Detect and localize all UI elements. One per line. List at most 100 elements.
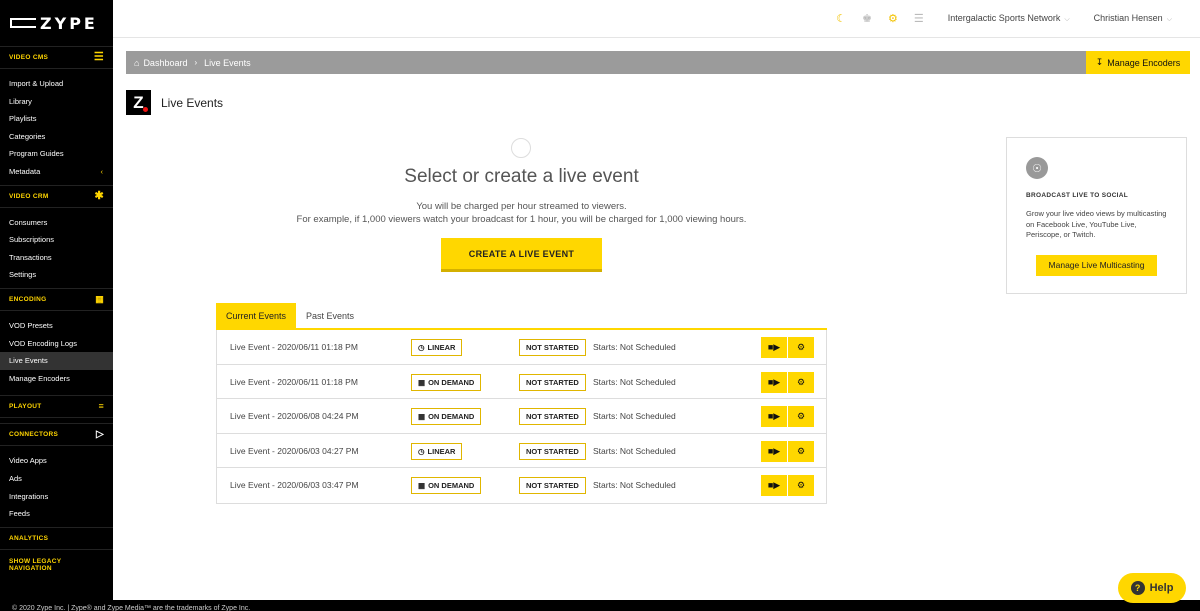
network-selector[interactable]: Intergalactic Sports Network ⌵ [948, 13, 1070, 24]
settings-button[interactable]: ⚙ [788, 371, 814, 393]
type-badge: ◷ LINEAR [411, 442, 463, 460]
settings-button[interactable]: ⚙ [788, 406, 814, 428]
show-legacy-navigation[interactable]: SHOW LEGACY NAVIGATION [0, 554, 113, 577]
broadcast-icon: ☉ [1026, 157, 1048, 179]
section-label: SHOW LEGACY NAVIGATION [9, 558, 62, 573]
sidebar-item-feeds[interactable]: Feeds [0, 505, 113, 523]
sidebar-item-library[interactable]: Library [0, 93, 113, 111]
description-line: For example, if 1,000 viewers watch your… [296, 214, 747, 225]
status-badge: NOT STARTED [519, 477, 586, 495]
video-camera-icon: ■▶ [767, 411, 781, 422]
settings-button[interactable]: ⚙ [788, 440, 814, 462]
tab-past-events[interactable]: Past Events [296, 303, 364, 328]
status-badge: NOT STARTED [519, 373, 586, 391]
breadcrumb: ⌂ Dashboard › Live Events ↧ Manage Encod… [126, 51, 1190, 74]
section-video-crm[interactable]: VIDEO CRM ✱ [0, 184, 113, 208]
footer: © 2020 Zype Inc. | Zype® and Zype Media™… [0, 600, 1200, 611]
sidebar-item-video-apps[interactable]: Video Apps [0, 452, 113, 470]
starts-text: Starts: Not Scheduled [593, 376, 676, 387]
headline: Select or create a live event [404, 166, 639, 187]
status-badge: NOT STARTED [519, 408, 586, 426]
network-name: Intergalactic Sports Network [947, 13, 1061, 23]
calendar-icon: ▦ [418, 412, 426, 422]
table-row: Live Event - 2020/06/11 01:18 PM ▦ ON DEM… [217, 365, 826, 400]
button-label: Manage Encoders [1107, 57, 1181, 68]
question-icon: ? [1130, 581, 1145, 595]
sidebar-item-vod-encoding-logs[interactable]: VOD Encoding Logs [0, 335, 113, 353]
tab-current-events[interactable]: Current Events [216, 303, 297, 328]
sidebar-item-integrations[interactable]: Integrations [0, 488, 113, 506]
clock-icon: ◷ [418, 343, 425, 352]
section-label: VIDEO CRM [9, 192, 49, 200]
card-text: Grow your live video views by multicasti… [1026, 209, 1167, 239]
settings-button[interactable]: ⚙ [788, 337, 814, 358]
section-playout[interactable]: PLAYOUT ≡ [0, 395, 113, 419]
user-menu[interactable]: Christian Hensen ⌵ [1094, 13, 1172, 24]
logo-text: ZYPE [40, 13, 98, 33]
section-analytics[interactable]: ANALYTICS [0, 526, 113, 550]
hamburger-icon[interactable]: ☰ [94, 52, 104, 63]
trophy-icon[interactable]: ♚ [862, 12, 872, 25]
sidebar-item-program-guides[interactable]: Program Guides [0, 145, 113, 163]
event-name[interactable]: Live Event - 2020/06/11 01:18 PM [230, 342, 358, 352]
sidebar-item-categories[interactable]: Categories [0, 128, 113, 146]
settings-cogs-icon[interactable]: ⚙ [888, 12, 898, 25]
sidebar-item-subscriptions[interactable]: Subscriptions [0, 231, 113, 249]
description-line: You will be charged per hour streamed to… [416, 201, 627, 212]
card-title: BROADCAST LIVE TO SOCIAL [1026, 192, 1129, 199]
user-name: Christian Hensen [1093, 13, 1163, 23]
starts-text: Starts: Not Scheduled [593, 411, 676, 422]
sidebar-item-ads[interactable]: Ads [0, 470, 113, 488]
breadcrumb-dashboard[interactable]: Dashboard [143, 58, 187, 68]
badge-label: ON DEMAND [428, 481, 475, 491]
zype-logo[interactable]: ZYPE [0, 0, 113, 46]
section-connectors[interactable]: CONNECTORS ▷ [0, 423, 113, 447]
video-camera-button[interactable]: ■▶ [761, 440, 787, 462]
video-camera-icon: ■▶ [767, 480, 781, 491]
section-label: PLAYOUT [9, 403, 42, 411]
create-live-event-button[interactable]: CREATE A LIVE EVENT [441, 238, 602, 272]
video-camera-icon: ■▶ [767, 376, 781, 387]
badge-label: LINEAR [427, 343, 456, 352]
section-video-cms[interactable]: VIDEO CMS ☰ [0, 46, 113, 69]
sidebar-item-consumers[interactable]: Consumers [0, 214, 113, 232]
sidebar-item-playlists[interactable]: Playlists [0, 110, 113, 128]
video-camera-icon: ■▶ [767, 342, 781, 352]
badge-label: LINEAR [427, 446, 456, 456]
type-badge: ◷ LINEAR [411, 339, 463, 356]
section-label: VIDEO CMS [9, 54, 49, 61]
sidebar-item-live-events[interactable]: Live Events [0, 352, 113, 370]
table-row: Live Event - 2020/06/08 04:24 PM ▦ ON DEM… [217, 399, 826, 434]
asterisk-icon: ✱ [94, 189, 104, 202]
chevron-left-icon: ‹ [100, 166, 104, 176]
upload-icon: ↧ [1095, 57, 1104, 67]
event-name[interactable]: Live Event - 2020/06/03 04:27 PM [230, 446, 359, 456]
sidebar-item-settings[interactable]: Settings [0, 266, 113, 284]
zype-z-logo: Z [126, 90, 151, 115]
sidebar-item-metadata[interactable]: Metadata ‹ [0, 163, 113, 181]
section-label: ANALYTICS [9, 534, 49, 542]
moon-icon[interactable]: ☾ [836, 12, 846, 25]
sidebar-item-transactions[interactable]: Transactions [0, 249, 113, 267]
event-name[interactable]: Live Event - 2020/06/08 04:24 PM [230, 411, 359, 421]
list-icon[interactable]: ☰ [914, 12, 924, 25]
video-camera-button[interactable]: ■▶ [761, 475, 787, 497]
page-header: Z Live Events [126, 90, 223, 115]
manage-live-multicasting-button[interactable]: Manage Live Multicasting [1036, 254, 1157, 276]
sidebar-item-manage-encoders[interactable]: Manage Encoders [0, 370, 113, 388]
help-label: Help [1149, 582, 1174, 594]
settings-button[interactable]: ⚙ [788, 475, 814, 497]
help-button[interactable]: ? Help [1118, 573, 1186, 603]
breadcrumb-current: Live Events [204, 57, 251, 68]
chevron-down-icon: ⌵ [1064, 16, 1070, 23]
event-name[interactable]: Live Event - 2020/06/11 01:18 PM [230, 377, 358, 387]
sidebar-item-vod-presets[interactable]: VOD Presets [0, 317, 113, 335]
video-camera-button[interactable]: ■▶ [761, 371, 787, 393]
event-name[interactable]: Live Event - 2020/06/03 03:47 PM [230, 480, 359, 490]
video-camera-button[interactable]: ■▶ [761, 406, 787, 428]
sidebar-item-import-upload[interactable]: Import & Upload [0, 75, 113, 93]
section-encoding[interactable]: ENCODING ▦ [0, 287, 113, 311]
manage-encoders-button[interactable]: ↧ Manage Encoders [1086, 51, 1190, 74]
video-camera-button[interactable]: ■▶ [761, 337, 787, 358]
description: You will be charged per hour streamed to… [216, 200, 827, 226]
